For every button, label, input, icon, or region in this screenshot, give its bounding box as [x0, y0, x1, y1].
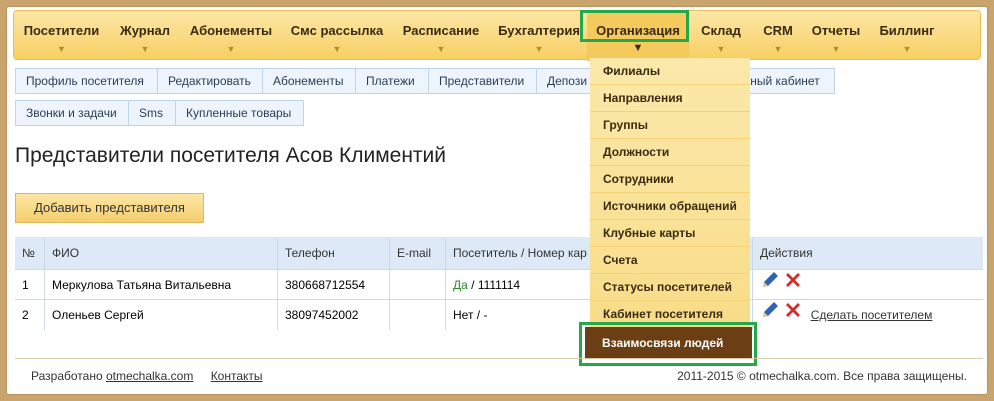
tab-sms[interactable]: Sms [128, 100, 176, 126]
dd-item-relationships[interactable]: Взаимосвязи людей [585, 327, 752, 359]
dd-item-sources[interactable]: Источники обращений [590, 193, 750, 220]
col-header-name: ФИО [45, 237, 278, 269]
visitor-yes: Да [453, 278, 468, 292]
footer-prefix: Разработано [31, 369, 103, 383]
menu-billing[interactable]: Биллинг ▼ [869, 11, 945, 61]
dd-item-club-cards[interactable]: Клубные карты [590, 220, 750, 247]
footer-copyright: 2011-2015 © otmechalka.com. Все права за… [677, 369, 967, 383]
edit-pencil-icon[interactable] [760, 270, 780, 300]
col-header-actions: Действия [753, 237, 983, 269]
col-header-email: E-mail [390, 237, 446, 269]
col-header-phone: Телефон [278, 237, 390, 269]
tab-profile[interactable]: Профиль посетителя [15, 68, 158, 94]
chevron-down-icon: ▼ [534, 44, 544, 54]
organization-dropdown: Филиалы Направления Группы Должности Сот… [590, 58, 750, 328]
tab-payments[interactable]: Платежи [355, 68, 429, 94]
chevron-down-icon: ▼ [332, 44, 342, 54]
dd-item-employees[interactable]: Сотрудники [590, 166, 750, 193]
chevron-down-icon: ▼ [902, 44, 912, 54]
chevron-down-icon: ▼ [716, 44, 726, 54]
menu-organizatsia[interactable]: Организация ▼ [587, 11, 689, 61]
footer-contacts-link[interactable]: Контакты [211, 369, 263, 383]
chevron-down-icon: ▼ [632, 42, 644, 54]
top-menu: Посетители ▼ Журнал ▼ Абонементы ▼ Смс расс… [13, 10, 981, 61]
page-title: Представители посетителя Асов Климентий [15, 144, 447, 167]
menu-abonementy[interactable]: Абонементы ▼ [181, 11, 281, 61]
chevron-down-icon: ▼ [226, 44, 236, 54]
chevron-down-icon: ▼ [773, 44, 783, 54]
tab-abonements[interactable]: Абонементы [262, 68, 356, 94]
footer-site-link[interactable]: otmechalka.com [106, 369, 193, 383]
menu-raspisanie[interactable]: Расписание ▼ [393, 11, 489, 61]
chevron-down-icon: ▼ [57, 44, 66, 54]
menu-sms[interactable]: Смс рассылка ▼ [281, 11, 393, 61]
tab-representatives[interactable]: Представители [428, 68, 537, 94]
menu-zhurnal[interactable]: Журнал ▼ [109, 11, 181, 61]
delete-icon[interactable] [783, 270, 803, 300]
table-row: 1 Меркулова Татьяна Витальевна 380668712… [15, 269, 983, 300]
chevron-down-icon: ▼ [140, 44, 150, 54]
menu-otchety[interactable]: Отчеты ▼ [803, 11, 869, 61]
tab-calls[interactable]: Звонки и задачи [15, 100, 129, 126]
tab-edit[interactable]: Редактировать [157, 68, 263, 94]
dd-item-branches[interactable]: Филиалы [590, 58, 750, 85]
menu-sklad[interactable]: Склад ▼ [689, 11, 753, 61]
tab-deposits[interactable]: Депози [536, 68, 596, 94]
dd-item-groups[interactable]: Группы [590, 112, 750, 139]
menu-buhgalteria[interactable]: Бухгалтерия ▼ [489, 11, 589, 61]
add-representative-button[interactable]: Добавить представителя [15, 193, 204, 223]
col-header-num: № [15, 237, 45, 269]
edit-pencil-icon[interactable] [760, 300, 780, 330]
chevron-down-icon: ▼ [831, 44, 841, 54]
footer: Разработано otmechalka.com Контакты 2011… [15, 358, 983, 388]
delete-icon[interactable] [783, 300, 803, 330]
make-visitor-link[interactable]: Сделать посетителем [811, 308, 933, 322]
dd-item-visitor-statuses[interactable]: Статусы посетителей [590, 274, 750, 301]
menu-posetiteli[interactable]: Посетители ▼ [14, 11, 109, 61]
table-row: 2 Оленьев Сергей 38097452002 Нет / - Сде… [15, 299, 983, 331]
dd-item-accounts[interactable]: Счета [590, 247, 750, 274]
tab-bought-goods[interactable]: Купленные товары [175, 100, 304, 126]
dd-item-positions[interactable]: Должности [590, 139, 750, 166]
menu-crm[interactable]: CRM ▼ [753, 11, 803, 61]
dd-item-visitor-cabinet[interactable]: Кабинет посетителя [590, 301, 750, 328]
dd-item-directions[interactable]: Направления [590, 85, 750, 112]
chevron-down-icon: ▼ [436, 44, 446, 54]
